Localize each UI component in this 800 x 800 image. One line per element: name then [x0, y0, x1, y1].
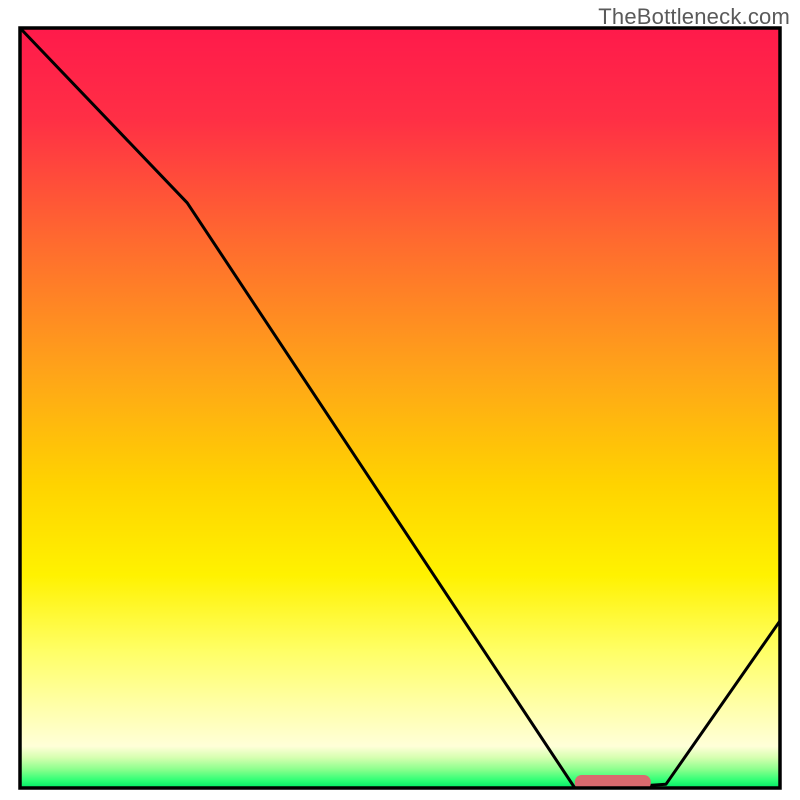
bottleneck-chart [0, 0, 800, 800]
watermark-text: TheBottleneck.com [598, 4, 790, 30]
chart-container: { "watermark": "TheBottleneck.com", "cha… [0, 0, 800, 800]
gradient-background [20, 28, 780, 788]
